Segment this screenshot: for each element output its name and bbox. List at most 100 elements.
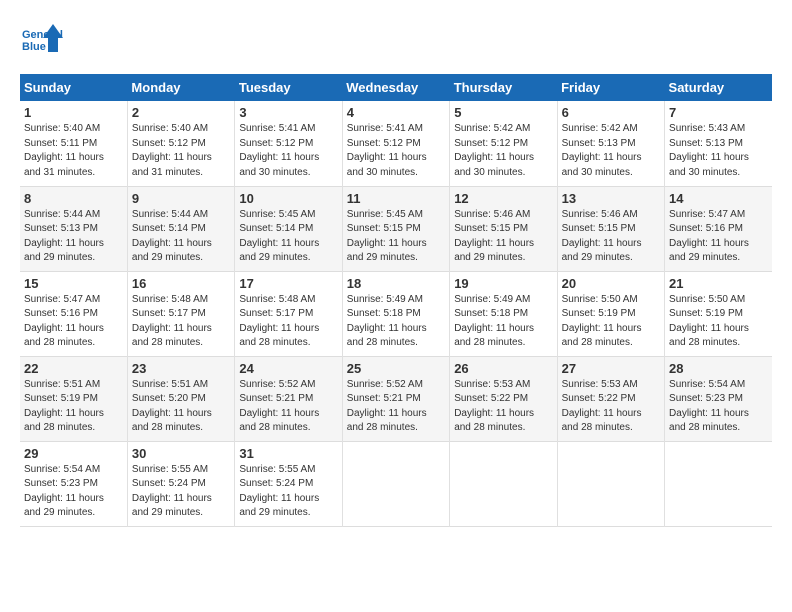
day-number: 13 [562,191,660,206]
calendar-cell: 5 Sunrise: 5:42 AM Sunset: 5:12 PM Daylig… [450,101,557,186]
col-header-sunday: Sunday [20,74,127,101]
calendar-cell: 19 Sunrise: 5:49 AM Sunset: 5:18 PM Dayli… [450,271,557,356]
day-info: Sunrise: 5:54 AM Sunset: 5:23 PM Dayligh… [24,463,123,521]
calendar-cell: 1 Sunrise: 5:40 AM Sunset: 5:11 PM Daylig… [20,101,127,186]
svg-text:Blue: Blue [22,41,46,53]
day-number: 26 [454,361,552,376]
calendar-cell: 23Sunrise: 5:51 AM Sunset: 5:20 PM Dayli… [127,356,234,441]
calendar-cell: 6 Sunrise: 5:42 AM Sunset: 5:13 PM Daylig… [557,101,664,186]
day-number: 15 [24,276,123,291]
day-info: Sunrise: 5:43 AM Sunset: 5:13 PM Dayligh… [669,122,768,180]
day-info: Sunrise: 5:42 AM Sunset: 5:12 PM Dayligh… [454,122,552,180]
day-info: Sunrise: 5:40 AM Sunset: 5:12 PM Dayligh… [132,122,230,180]
day-info: Sunrise: 5:50 AM Sunset: 5:19 PM Dayligh… [669,293,768,351]
day-info: Sunrise: 5:45 AM Sunset: 5:15 PM Dayligh… [347,208,445,266]
calendar-cell: 20 Sunrise: 5:50 AM Sunset: 5:19 PM Dayli… [557,271,664,356]
calendar-cell: 26 Sunrise: 5:53 AM Sunset: 5:22 PM Dayli… [450,356,557,441]
calendar-cell: 4 Sunrise: 5:41 AM Sunset: 5:12 PM Daylig… [342,101,449,186]
calendar-cell [557,441,664,526]
day-info: Sunrise: 5:51 AM Sunset: 5:20 PM Dayligh… [132,378,230,436]
calendar-cell: 8 Sunrise: 5:44 AM Sunset: 5:13 PM Daylig… [20,186,127,271]
header: General Blue [20,20,772,64]
day-number: 30 [132,446,230,461]
calendar-cell: 7 Sunrise: 5:43 AM Sunset: 5:13 PM Daylig… [665,101,772,186]
day-info: Sunrise: 5:44 AM Sunset: 5:14 PM Dayligh… [132,208,230,266]
day-number: 31 [239,446,337,461]
calendar-table: SundayMondayTuesdayWednesdayThursdayFrid… [20,74,772,527]
day-number: 10 [239,191,337,206]
day-number: 14 [669,191,768,206]
col-header-monday: Monday [127,74,234,101]
calendar-cell: 13 Sunrise: 5:46 AM Sunset: 5:15 PM Dayli… [557,186,664,271]
calendar-cell: 22 Sunrise: 5:51 AM Sunset: 5:19 PM Dayli… [20,356,127,441]
col-header-friday: Friday [557,74,664,101]
calendar-cell: 30 Sunrise: 5:55 AM Sunset: 5:24 PM Dayli… [127,441,234,526]
week-row-1: 1 Sunrise: 5:40 AM Sunset: 5:11 PM Daylig… [20,101,772,186]
day-info: Sunrise: 5:50 AM Sunset: 5:19 PM Dayligh… [562,293,660,351]
logo: General Blue [20,20,64,64]
day-info: Sunrise: 5:53 AM Sunset: 5:22 PM Dayligh… [454,378,552,436]
calendar-cell: 2 Sunrise: 5:40 AM Sunset: 5:12 PM Daylig… [127,101,234,186]
day-info: Sunrise: 5:53 AM Sunset: 5:22 PM Dayligh… [562,378,660,436]
day-info: Sunrise: 5:48 AM Sunset: 5:17 PM Dayligh… [239,293,337,351]
day-number: 20 [562,276,660,291]
calendar-cell: 15 Sunrise: 5:47 AM Sunset: 5:16 PM Dayli… [20,271,127,356]
day-number: 17 [239,276,337,291]
col-header-tuesday: Tuesday [235,74,342,101]
day-info: Sunrise: 5:49 AM Sunset: 5:18 PM Dayligh… [347,293,445,351]
day-number: 1 [24,105,123,120]
day-number: 22 [24,361,123,376]
week-row-3: 15 Sunrise: 5:47 AM Sunset: 5:16 PM Dayli… [20,271,772,356]
day-number: 28 [669,361,768,376]
day-number: 7 [669,105,768,120]
day-header-row: SundayMondayTuesdayWednesdayThursdayFrid… [20,74,772,101]
col-header-wednesday: Wednesday [342,74,449,101]
day-info: Sunrise: 5:51 AM Sunset: 5:19 PM Dayligh… [24,378,123,436]
day-info: Sunrise: 5:47 AM Sunset: 5:16 PM Dayligh… [24,293,123,351]
day-number: 9 [132,191,230,206]
day-number: 8 [24,191,123,206]
calendar-cell: 24Sunrise: 5:52 AM Sunset: 5:21 PM Dayli… [235,356,342,441]
day-number: 21 [669,276,768,291]
week-row-4: 22 Sunrise: 5:51 AM Sunset: 5:19 PM Dayli… [20,356,772,441]
day-number: 27 [562,361,660,376]
day-number: 11 [347,191,445,206]
calendar-cell: 31Sunrise: 5:55 AM Sunset: 5:24 PM Dayli… [235,441,342,526]
day-info: Sunrise: 5:47 AM Sunset: 5:16 PM Dayligh… [669,208,768,266]
day-info: Sunrise: 5:55 AM Sunset: 5:24 PM Dayligh… [132,463,230,521]
day-number: 4 [347,105,445,120]
day-number: 29 [24,446,123,461]
day-info: Sunrise: 5:41 AM Sunset: 5:12 PM Dayligh… [347,122,445,180]
calendar-cell: 16Sunrise: 5:48 AM Sunset: 5:17 PM Dayli… [127,271,234,356]
calendar-cell: 9 Sunrise: 5:44 AM Sunset: 5:14 PM Daylig… [127,186,234,271]
calendar-cell: 3Sunrise: 5:41 AM Sunset: 5:12 PM Daylig… [235,101,342,186]
day-info: Sunrise: 5:54 AM Sunset: 5:23 PM Dayligh… [669,378,768,436]
calendar-cell: 28 Sunrise: 5:54 AM Sunset: 5:23 PM Dayli… [665,356,772,441]
day-number: 19 [454,276,552,291]
day-info: Sunrise: 5:46 AM Sunset: 5:15 PM Dayligh… [562,208,660,266]
col-header-saturday: Saturday [665,74,772,101]
day-number: 6 [562,105,660,120]
calendar-cell: 25Sunrise: 5:52 AM Sunset: 5:21 PM Dayli… [342,356,449,441]
calendar-cell: 29 Sunrise: 5:54 AM Sunset: 5:23 PM Dayli… [20,441,127,526]
day-number: 12 [454,191,552,206]
calendar-cell: 27 Sunrise: 5:53 AM Sunset: 5:22 PM Dayli… [557,356,664,441]
day-number: 18 [347,276,445,291]
calendar-cell: 18 Sunrise: 5:49 AM Sunset: 5:18 PM Dayli… [342,271,449,356]
day-number: 24 [239,361,337,376]
calendar-cell: 10 Sunrise: 5:45 AM Sunset: 5:14 PM Dayli… [235,186,342,271]
calendar-cell [342,441,449,526]
day-info: Sunrise: 5:52 AM Sunset: 5:21 PM Dayligh… [347,378,445,436]
day-info: Sunrise: 5:45 AM Sunset: 5:14 PM Dayligh… [239,208,337,266]
calendar-cell: 14 Sunrise: 5:47 AM Sunset: 5:16 PM Dayli… [665,186,772,271]
day-number: 2 [132,105,230,120]
calendar-cell: 11 Sunrise: 5:45 AM Sunset: 5:15 PM Dayli… [342,186,449,271]
calendar-cell: 12Sunrise: 5:46 AM Sunset: 5:15 PM Dayli… [450,186,557,271]
day-info: Sunrise: 5:41 AM Sunset: 5:12 PM Dayligh… [239,122,337,180]
day-info: Sunrise: 5:44 AM Sunset: 5:13 PM Dayligh… [24,208,123,266]
week-row-5: 29 Sunrise: 5:54 AM Sunset: 5:23 PM Dayli… [20,441,772,526]
day-info: Sunrise: 5:42 AM Sunset: 5:13 PM Dayligh… [562,122,660,180]
day-info: Sunrise: 5:49 AM Sunset: 5:18 PM Dayligh… [454,293,552,351]
day-info: Sunrise: 5:40 AM Sunset: 5:11 PM Dayligh… [24,122,123,180]
day-number: 5 [454,105,552,120]
